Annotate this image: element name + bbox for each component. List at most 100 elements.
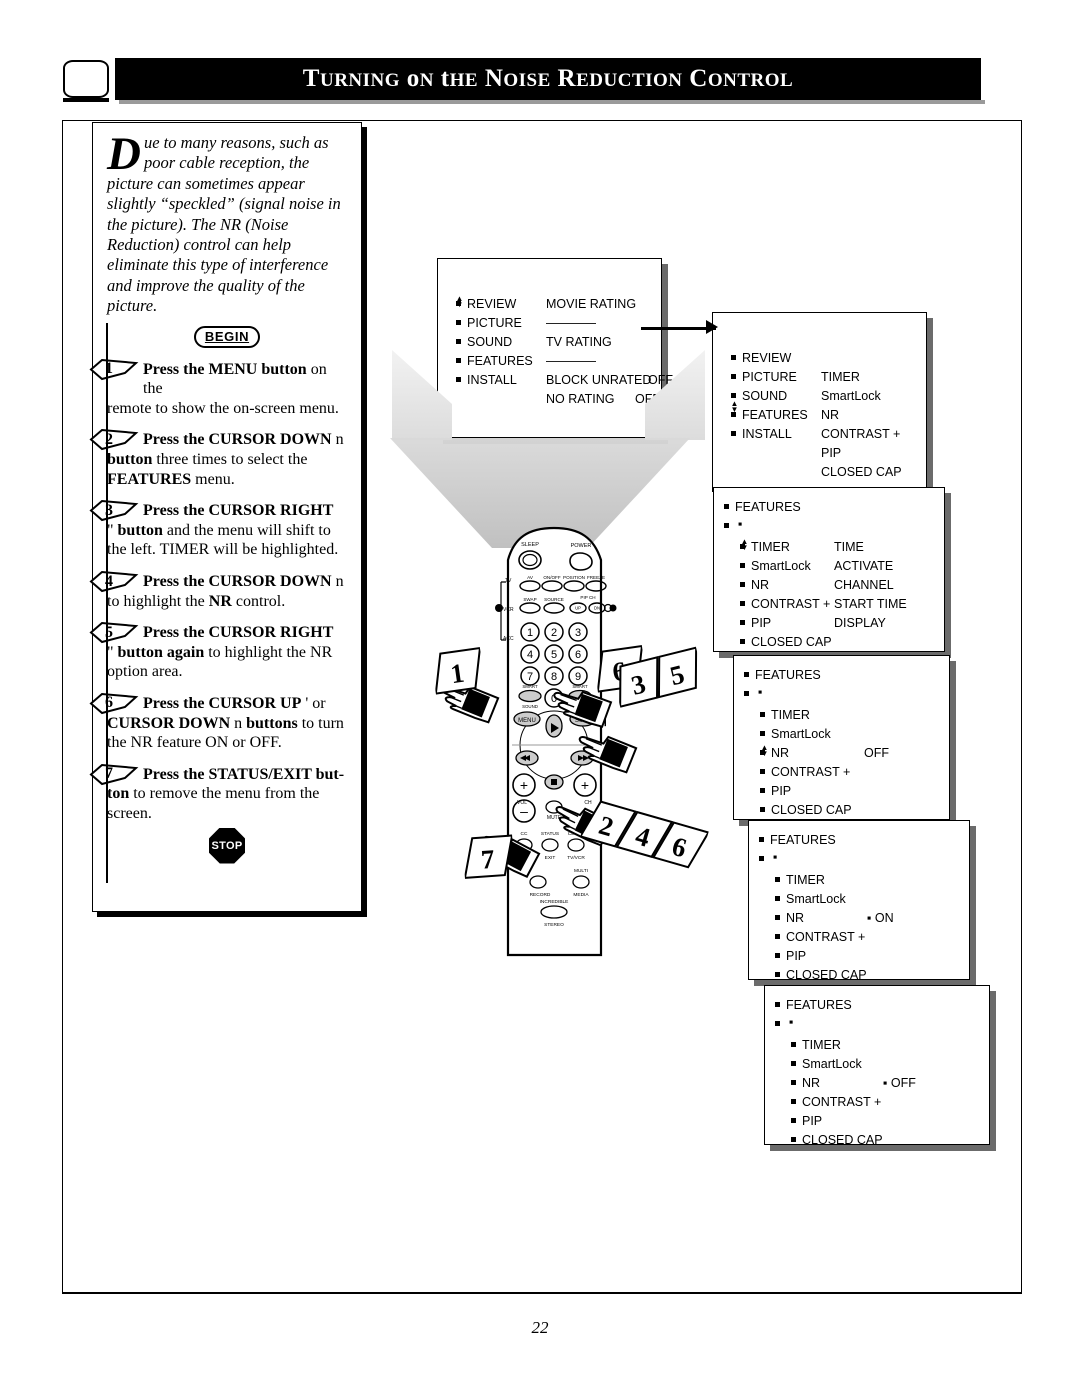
menu-row[interactable]: REVIEW [731, 351, 791, 365]
menu-row[interactable] [775, 1017, 786, 1031]
svg-text:POWER: POWER [571, 543, 592, 549]
svg-text:MEDIA: MEDIA [573, 892, 589, 898]
menu-bullet-icon [744, 672, 749, 677]
menu-bullet-icon [760, 712, 765, 717]
menu-bullet-icon [775, 953, 780, 958]
menu-row[interactable]: SmartLock [760, 727, 831, 741]
menu-row-label: TIMER [786, 873, 825, 887]
menu-row[interactable]: PIP [740, 616, 771, 630]
menu-row[interactable]: TIMER [760, 708, 810, 722]
menu-row[interactable]: CONTRAST + [775, 930, 865, 944]
menu-row[interactable] [759, 852, 770, 866]
menu-row[interactable]: FEATURES [775, 998, 852, 1012]
menu-value: MOVIE RATING [546, 297, 637, 311]
step-number-diamond: 6 [89, 692, 141, 715]
menu-row[interactable]: INSTALL [731, 427, 792, 441]
menu-row[interactable]: TIMER [775, 873, 825, 887]
menu-row-label: PIP [771, 784, 792, 798]
menu-bullet-icon [775, 896, 780, 901]
menu-row-label: PIP [751, 616, 772, 630]
menu-row[interactable]: PIP [791, 1114, 822, 1128]
screen-features-timer[interactable]: FEATURES ▪ TIMER SmartLock NR CONTRAST + PIP CL… [713, 487, 945, 652]
menu-row[interactable]: REVIEW [456, 297, 516, 311]
menu-bullet-icon [775, 877, 780, 882]
menu-row[interactable]: CLOSED CAP [791, 1133, 883, 1147]
screen-main-menu[interactable]: REVIEW PICTURE SOUND FEATURES INSTALL MOVIE R… [437, 258, 673, 438]
menu-row[interactable]: CONTRAST + [760, 765, 850, 779]
menu-value: TIME [834, 540, 864, 554]
menu-row[interactable]: FEATURES [744, 668, 821, 682]
step-6: 6 Press the CURSOR UP ' or CURSOR DOWN n b… [89, 692, 347, 753]
menu-bullet-icon [731, 431, 736, 436]
menu-row[interactable]: NR [740, 578, 769, 592]
menu-bullet-icon [791, 1061, 796, 1066]
step-7: 7 Press the STATUS/EXIT but-ton to remove… [89, 763, 347, 824]
menu-bullet-icon [731, 393, 736, 398]
svg-text:6: 6 [575, 649, 581, 661]
menu-row[interactable]: SOUND [731, 389, 787, 403]
step-text: Press the CURSOR RIGHT " button again to … [107, 624, 334, 681]
begin-marker-wrap: BEGIN [107, 325, 347, 348]
menu-row-label: INSTALL [467, 373, 517, 387]
menu-row[interactable]: CONTRAST + [740, 597, 830, 611]
menu-row[interactable]: CONTRAST + [791, 1095, 881, 1109]
cursor-updown-icon: ▲ ▼ [760, 743, 769, 758]
menu-bullet-icon [731, 374, 736, 379]
menu-row[interactable]: NR [791, 1076, 820, 1090]
menu-row[interactable]: INSTALL [456, 373, 517, 387]
menu-row[interactable]: SmartLock [775, 892, 846, 906]
svg-text:TV: TV [505, 578, 512, 584]
step-text: Press the MENU button on the remote to sh… [107, 360, 339, 417]
menu-row[interactable]: PICTURE [456, 316, 522, 330]
intro-paragraph: Due to many reasons, such as poor cable … [107, 131, 347, 317]
menu-row-label: FEATURES [755, 668, 821, 682]
menu-row-label: REVIEW [742, 351, 792, 365]
menu-row-label: SOUND [742, 389, 788, 403]
menu-row-label: CONTRAST + [786, 930, 866, 944]
menu-row[interactable]: NR [775, 911, 804, 925]
menu-bullet-icon [775, 1002, 780, 1007]
menu-value: OFF [864, 746, 889, 760]
menu-row[interactable]: PIP [775, 949, 806, 963]
menu-row[interactable] [724, 519, 735, 533]
cursor-updown-icon: ▲ ▼ [730, 399, 739, 414]
menu-bullet-icon [775, 915, 780, 920]
svg-text:UP: UP [575, 606, 581, 611]
svg-text:PIP CH: PIP CH [580, 595, 595, 600]
svg-text:VCR: VCR [503, 607, 514, 613]
svg-text:INCREDIBLE: INCREDIBLE [540, 899, 569, 905]
menu-bullet-icon [775, 934, 780, 939]
menu-row[interactable]: FEATURES [724, 500, 801, 514]
svg-text:1: 1 [527, 627, 533, 639]
menu-row[interactable]: CLOSED CAP [740, 635, 832, 649]
menu-row[interactable]: CLOSED CAP [775, 968, 867, 982]
menu-value: ———— [546, 316, 596, 330]
screen-features-nr-off-final[interactable]: FEATURES ▪ TIMER SmartLock NR CONTRAST + PIP CL… [764, 985, 990, 1147]
svg-text:+: + [581, 777, 589, 793]
menu-value: TV RATING [546, 335, 612, 349]
menu-row[interactable] [744, 687, 755, 701]
menu-row-label: FEATURES [742, 408, 808, 422]
menu-row[interactable]: SmartLock [740, 559, 811, 573]
step-number-diamond: 1 [89, 358, 141, 381]
screen-features-selected[interactable]: REVIEW PICTURE SOUND FEATURES INSTALL TIMER Sm… [712, 312, 927, 492]
menu-row[interactable]: FEATURES [759, 833, 836, 847]
menu-row[interactable]: FEATURES [456, 354, 533, 368]
menu-value: NO RATING [546, 392, 615, 406]
callout-strip: 1 [430, 645, 486, 698]
menu-bullet-icon [740, 620, 745, 625]
menu-row-label: CLOSED CAP [802, 1133, 883, 1147]
menu-row[interactable]: PIP [760, 784, 791, 798]
menu-row[interactable]: PICTURE [731, 370, 797, 384]
menu-value: ▪ [789, 1015, 794, 1029]
screen-features-nr-on[interactable]: FEATURES ▪ TIMER SmartLock NR CONTRAST + PIP CL… [748, 820, 970, 982]
menu-row-label: CONTRAST + [751, 597, 831, 611]
menu-row[interactable]: CLOSED CAP [760, 803, 852, 817]
menu-row[interactable]: SmartLock [791, 1057, 862, 1071]
menu-row[interactable]: FEATURES [731, 408, 808, 422]
menu-row[interactable]: SOUND [456, 335, 512, 349]
menu-row[interactable]: TIMER [791, 1038, 841, 1052]
svg-text:POSITION: POSITION [563, 575, 585, 580]
screen-features-nr-off[interactable]: FEATURES ▪ TIMER SmartLock NR CONTRAST + PIP CL… [733, 655, 950, 820]
svg-text:5: 5 [551, 649, 557, 661]
